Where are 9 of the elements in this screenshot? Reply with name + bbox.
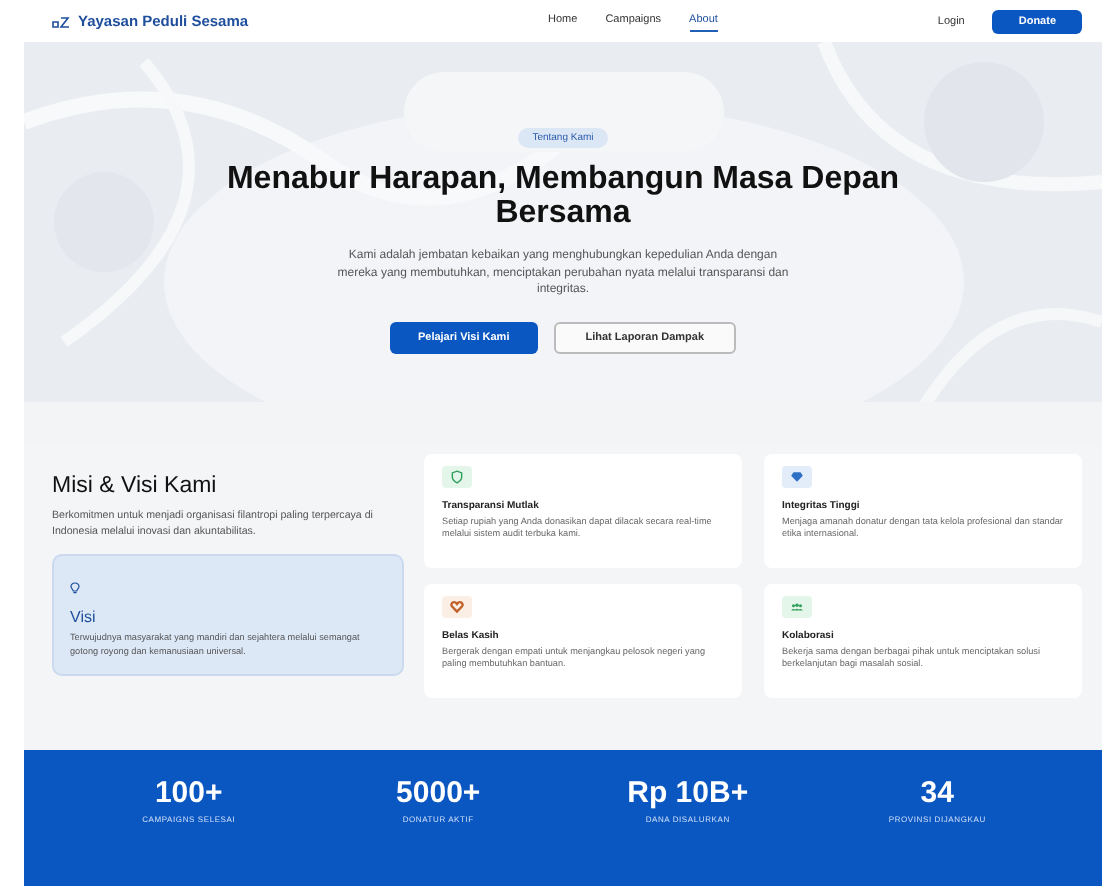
stat-value: 5000+ (396, 776, 481, 810)
section-title: Misi & Visi Kami (52, 474, 219, 498)
lightbulb-icon (70, 582, 80, 594)
stat-value: Rp 10B+ (627, 776, 749, 810)
stat-value: 100+ (154, 776, 223, 810)
brand-icon (52, 15, 70, 27)
stat-value: 34 (920, 776, 954, 810)
hero-title: Menabur Harapan, Membangun Masa Depan Bersama (224, 162, 902, 230)
vision-title: Visi (70, 608, 98, 626)
